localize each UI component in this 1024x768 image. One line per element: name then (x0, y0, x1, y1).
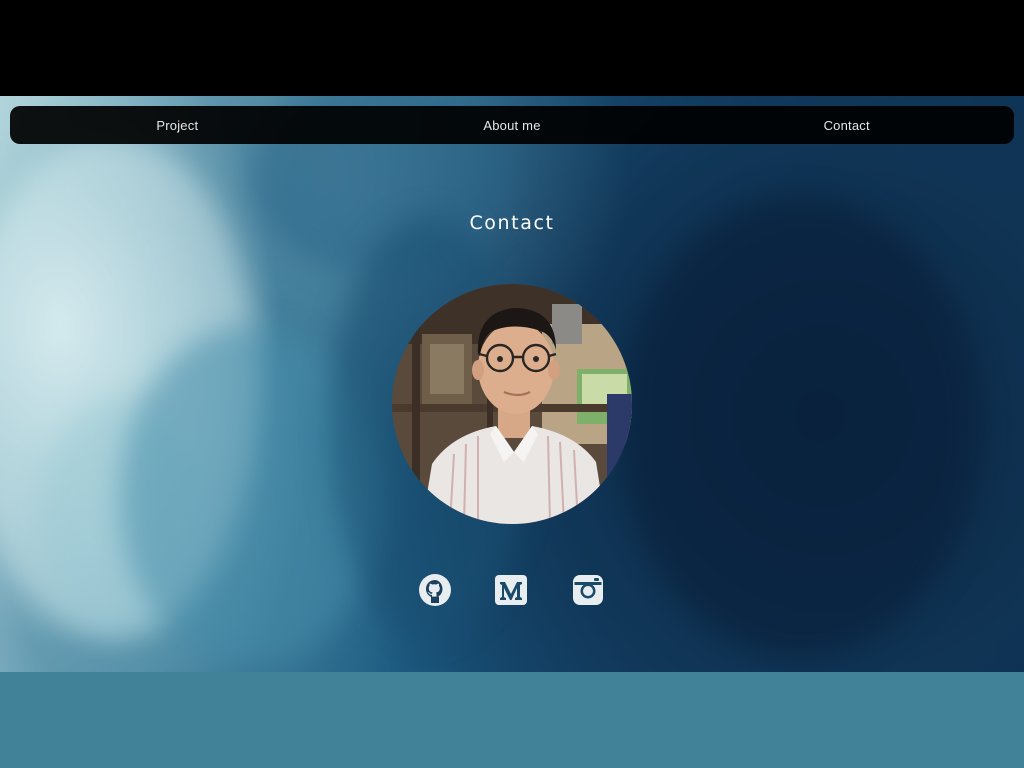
nav-item-project[interactable]: Project (10, 118, 345, 133)
profile-photo (392, 284, 632, 524)
nav-item-about-me[interactable]: About me (345, 118, 680, 133)
nav-item-contact[interactable]: Contact (679, 118, 1014, 133)
instagram-icon (573, 575, 603, 605)
navbar: Project About me Contact (10, 106, 1014, 144)
page: Project About me Contact Contact (0, 0, 1024, 768)
contact-title: Contact (469, 212, 555, 234)
social-links (0, 573, 1024, 609)
top-band (0, 0, 1024, 96)
github-link[interactable] (418, 573, 452, 607)
profile-photo-illustration (392, 284, 632, 524)
github-icon (419, 574, 451, 606)
medium-icon (495, 575, 527, 605)
medium-link[interactable] (494, 573, 528, 607)
footer-band (0, 672, 1024, 768)
instagram-link[interactable] (571, 573, 605, 607)
